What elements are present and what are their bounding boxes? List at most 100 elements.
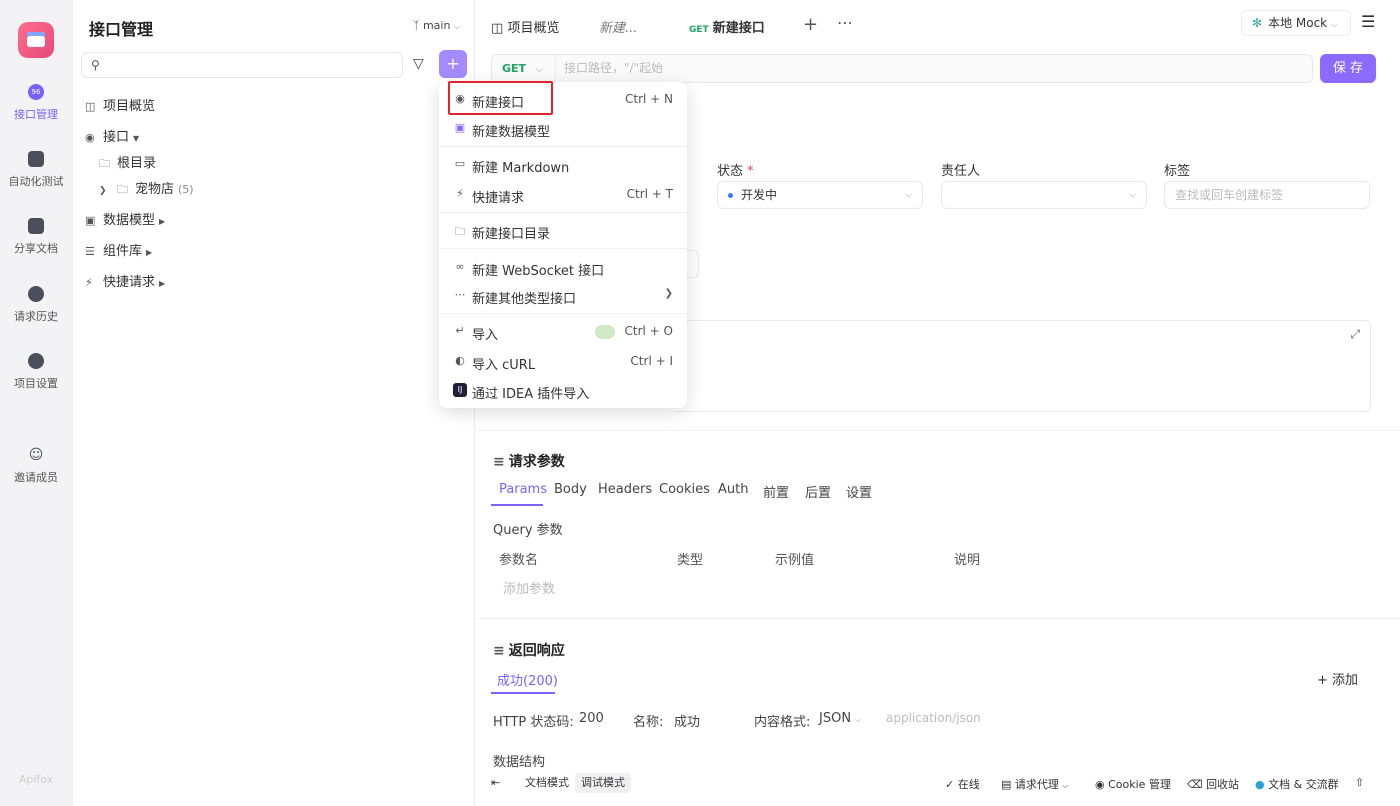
- owner-label: 责任人: [941, 164, 981, 179]
- menu-item-new-markdown[interactable]: ▭ 新建 Markdown: [439, 151, 687, 179]
- content-type-input[interactable]: application/json: [886, 711, 981, 725]
- tab-label: 项目概览: [507, 21, 560, 36]
- tab-new-draft[interactable]: 新建...: [599, 17, 637, 36]
- tab-overview[interactable]: ◫ 项目概览: [491, 17, 559, 36]
- schema-label: 数据结构: [493, 755, 546, 770]
- shortcut-hint: Ctrl + O: [624, 324, 673, 338]
- app-logo-icon[interactable]: [18, 22, 54, 58]
- method-value: GET: [502, 62, 527, 75]
- hamburger-menu-icon[interactable]: ☰: [1361, 12, 1375, 31]
- community-link[interactable]: ● 文档 & 交流群: [1255, 776, 1339, 792]
- menu-item-label: 导入: [472, 328, 499, 343]
- tab-response-success[interactable]: 成功(200): [497, 670, 558, 689]
- curl-icon: ◐: [455, 354, 465, 367]
- tab-new-api[interactable]: GET 新建接口: [689, 17, 765, 36]
- menu-item-label: 新建数据模型: [472, 125, 551, 140]
- required-mark: *: [747, 164, 754, 179]
- trash-button[interactable]: ⌫ 回收站: [1187, 776, 1239, 792]
- collapse-sidebar-icon[interactable]: ⇤: [491, 776, 500, 789]
- menu-item-new-data-model[interactable]: ▣ 新建数据模型: [439, 115, 687, 143]
- doc-mode-button[interactable]: 文档模式: [519, 773, 575, 793]
- tab-pre[interactable]: 前置: [763, 482, 789, 501]
- cube-icon: ▣: [454, 121, 466, 134]
- response-name-value[interactable]: 成功: [674, 711, 700, 730]
- status-code-label: HTTP 状态码:: [493, 715, 574, 730]
- expand-icon[interactable]: ⤢: [1350, 327, 1360, 342]
- tab-auth[interactable]: Auth: [718, 482, 748, 497]
- cookie-manager[interactable]: ◉ Cookie 管理: [1095, 776, 1171, 792]
- folder-icon: 🗀: [117, 183, 128, 196]
- menu-separator: [439, 212, 687, 213]
- add-param-row[interactable]: 添加参数: [503, 578, 555, 597]
- tab-post[interactable]: 后置: [805, 482, 831, 501]
- tree-item-overview[interactable]: ◫ 项目概览: [85, 95, 155, 114]
- online-status[interactable]: ✓ 在线: [945, 776, 980, 792]
- tree-item-apis[interactable]: ◉ 接口 ▼: [85, 126, 139, 145]
- tree-item-label: 根目录: [117, 156, 157, 171]
- description-textarea[interactable]: ⤢: [675, 320, 1371, 412]
- tree-item-components[interactable]: ☰ 组件库 ▶: [85, 240, 152, 259]
- divider: [475, 618, 1400, 619]
- tags-input[interactable]: 查找或回车创建标签: [1164, 181, 1370, 209]
- rail-item-settings[interactable]: 项目设置: [0, 353, 72, 391]
- menu-item-import-idea[interactable]: IJ 通过 IDEA 插件导入: [439, 377, 687, 405]
- tree-item-label: 项目概览: [103, 99, 156, 114]
- status-text: 请求代理: [1014, 778, 1059, 791]
- rail-item-invite[interactable]: ☺ 邀请成员: [0, 447, 72, 485]
- add-button[interactable]: +: [439, 50, 467, 78]
- status-select[interactable]: 开发中 ⌵: [717, 181, 923, 209]
- tree-item-root[interactable]: 🗀 根目录: [99, 152, 156, 174]
- rail-item-history[interactable]: 请求历史: [0, 286, 72, 324]
- menu-item-other-types[interactable]: ⋯ 新建其他类型接口 ❯: [439, 282, 687, 310]
- rail-item-share-docs[interactable]: 分享文档: [0, 218, 72, 256]
- content-format-select[interactable]: JSON ⌵: [819, 711, 861, 726]
- mock-environment-select[interactable]: ✻ 本地 Mock ⌵: [1241, 10, 1351, 36]
- proxy-select[interactable]: ▤ 请求代理 ⌵: [1001, 776, 1068, 792]
- divider: [475, 430, 1400, 431]
- menu-item-new-folder[interactable]: 🗀 新建接口目录: [439, 217, 687, 245]
- active-tab-indicator: [491, 504, 543, 506]
- overview-icon: ◫: [491, 21, 504, 36]
- status-code-value[interactable]: 200: [579, 711, 604, 726]
- tab-body[interactable]: Body: [554, 482, 587, 497]
- status-bar: ⇤ 文档模式 调试模式 ✓ 在线 ▤ 请求代理 ⌵ ◉ Cookie 管理 ⌫ …: [475, 770, 1400, 796]
- status-text: 在线: [957, 778, 980, 791]
- tree-item-petstore[interactable]: ❯ 🗀 宠物店 (5): [99, 178, 194, 200]
- tab-cookies[interactable]: Cookies: [659, 482, 710, 497]
- save-button[interactable]: 保 存: [1320, 54, 1376, 83]
- import-icon: ↵: [455, 324, 465, 337]
- shortcut-hint: Ctrl + I: [630, 354, 673, 368]
- brand-logo: Apifox: [18, 773, 54, 786]
- tab-params[interactable]: Params: [499, 482, 547, 497]
- tab-settings[interactable]: 设置: [846, 482, 872, 501]
- more-icon[interactable]: ⋯: [837, 13, 853, 32]
- query-params-label: Query 参数: [493, 523, 563, 538]
- url-input[interactable]: 接口路径，"/"起始: [564, 55, 663, 82]
- upload-icon[interactable]: ⇧: [1355, 776, 1364, 789]
- rail-item-automation[interactable]: 自动化测试: [0, 151, 72, 189]
- add-response-button[interactable]: + 添加: [1317, 669, 1358, 688]
- method-badge: GET: [689, 25, 709, 35]
- search-input[interactable]: ⚲: [81, 52, 403, 78]
- idea-icon: IJ: [453, 383, 467, 397]
- tree-item-data-models[interactable]: ▣ 数据模型 ▶: [85, 209, 165, 228]
- tree-item-quick-requests[interactable]: ⚡ 快捷请求 ▶: [85, 271, 165, 290]
- tab-label: 新建接口: [712, 21, 765, 36]
- branch-selector[interactable]: ᛉ main ⌵: [413, 19, 460, 32]
- owner-select[interactable]: ⌵: [941, 181, 1147, 209]
- rail-item-api-management[interactable]: 96 接口管理: [0, 84, 72, 122]
- menu-item-quick-request[interactable]: ⚡ 快捷请求 Ctrl + T: [439, 181, 687, 209]
- new-tab-button[interactable]: +: [803, 14, 818, 35]
- menu-item-import[interactable]: ↵ 导入 Ctrl + O: [439, 318, 687, 346]
- method-select[interactable]: GET ⌵: [492, 55, 556, 82]
- caret-right-icon: ▶: [159, 217, 166, 226]
- menu-item-label: 快捷请求: [472, 191, 525, 206]
- filter-icon[interactable]: ▽: [413, 56, 424, 72]
- menu-item-new-websocket[interactable]: ∞ 新建 WebSocket 接口: [439, 254, 687, 282]
- tab-headers[interactable]: Headers: [598, 482, 652, 497]
- debug-mode-button[interactable]: 调试模式: [575, 773, 631, 793]
- tree-item-label: 快捷请求: [103, 275, 156, 290]
- menu-item-import-curl[interactable]: ◐ 导入 cURL Ctrl + I: [439, 348, 687, 376]
- layers-icon: ☰: [85, 245, 95, 258]
- overview-icon: ◫: [85, 100, 96, 113]
